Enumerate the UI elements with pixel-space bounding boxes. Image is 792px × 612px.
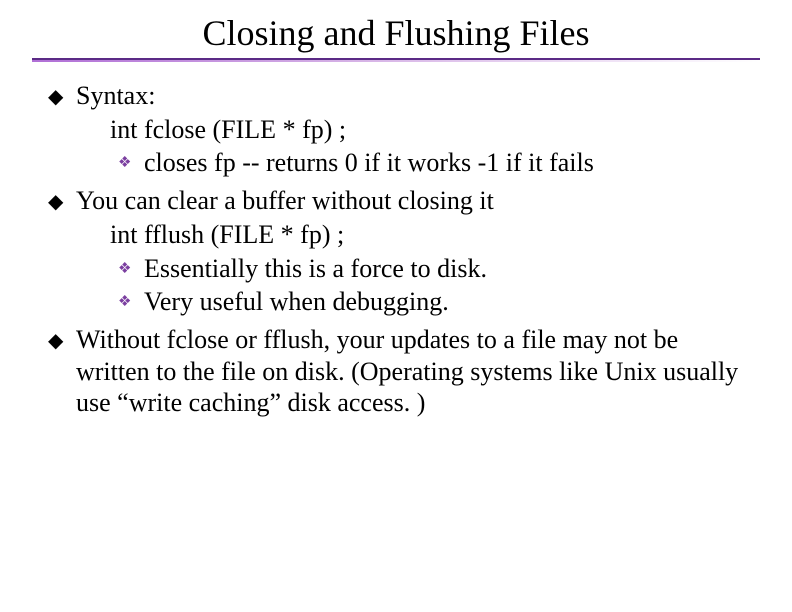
diamond-bullet-icon: ◆: [48, 190, 63, 214]
list-item-text: Syntax:: [76, 81, 155, 110]
slide: Closing and Flushing Files ◆ Syntax: int…: [0, 0, 792, 612]
list-item-text: You can clear a buffer without closing i…: [76, 186, 494, 215]
list-item-text: Essentially this is a force to disk.: [144, 254, 487, 283]
list-item: ❖ Essentially this is a force to disk.: [48, 253, 744, 285]
diamond-bullet-icon: ◆: [48, 85, 63, 109]
diamond-outline-bullet-icon: ❖: [118, 293, 131, 311]
list-item: ◆ Syntax:: [48, 80, 744, 112]
list-item: ❖ closes fp -- returns 0 if it works -1 …: [48, 147, 744, 179]
list-item-text: closes fp -- returns 0 if it works -1 if…: [144, 148, 594, 177]
list-item-text: int fclose (FILE * fp) ;: [110, 115, 346, 144]
list-item-text: Very useful when debugging.: [144, 287, 449, 316]
title-divider: [32, 58, 760, 62]
list-item-text: Without fclose or fflush, your updates t…: [76, 325, 738, 417]
list-item: ◆ Without fclose or fflush, your updates…: [48, 324, 744, 419]
list-item: int fclose (FILE * fp) ;: [48, 114, 744, 146]
list-item: ◆ You can clear a buffer without closing…: [48, 185, 744, 217]
page-title: Closing and Flushing Files: [0, 12, 792, 54]
list-item: int fflush (FILE * fp) ;: [48, 219, 744, 251]
divider-line-gradient: [32, 60, 760, 62]
list-item: ❖ Very useful when debugging.: [48, 286, 744, 318]
diamond-outline-bullet-icon: ❖: [118, 260, 131, 278]
content-area: ◆ Syntax: int fclose (FILE * fp) ; ❖ clo…: [0, 80, 792, 419]
diamond-bullet-icon: ◆: [48, 329, 63, 353]
list-item-text: int fflush (FILE * fp) ;: [110, 220, 344, 249]
diamond-outline-bullet-icon: ❖: [118, 154, 131, 172]
